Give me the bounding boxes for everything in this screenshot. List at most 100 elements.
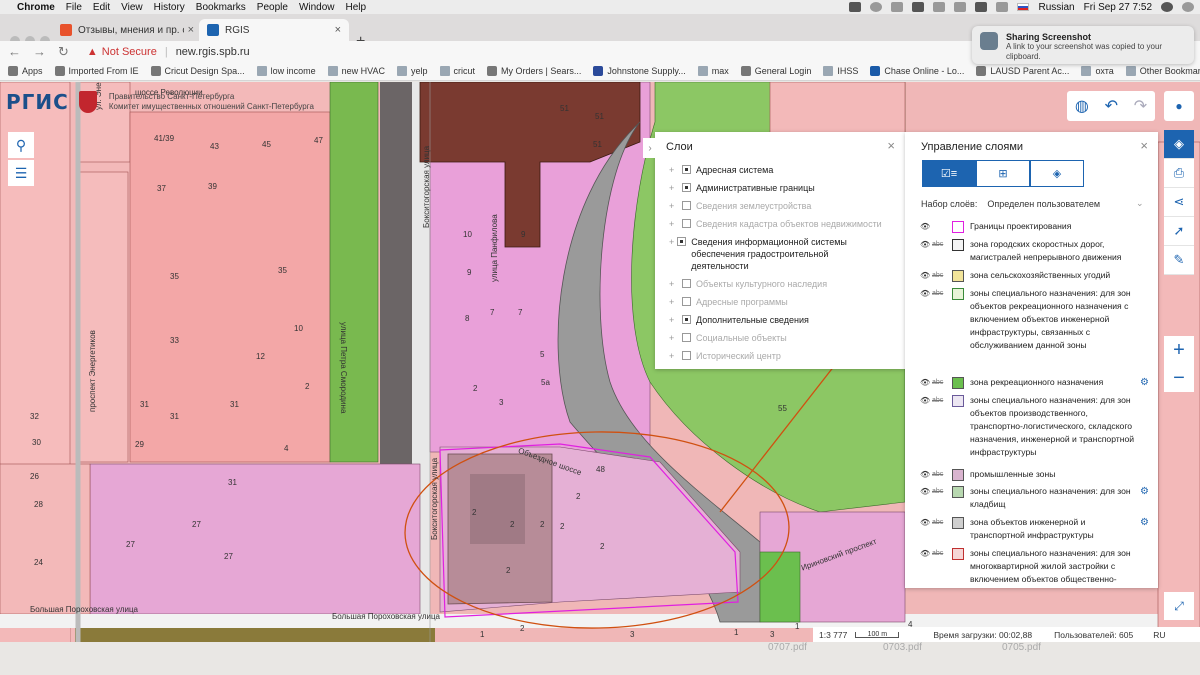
bookmark-item[interactable]: cricut <box>439 66 475 76</box>
bookmark-item[interactable]: LAUSD Parent Ac... <box>976 66 1069 76</box>
menu-button[interactable]: ☰ <box>8 160 34 186</box>
rgis-logo[interactable]: РГИС Правительство Санкт-Петербурга Коми… <box>6 90 314 114</box>
layer-checkbox[interactable] <box>682 219 691 228</box>
reload-icon[interactable]: ↻ <box>58 44 69 60</box>
desktop-file[interactable]: 0703.pdf <box>883 642 922 653</box>
security-indicator[interactable]: Not Secure <box>102 46 157 58</box>
layer-checkbox[interactable] <box>682 297 691 306</box>
language-switch[interactable]: RU <box>1153 630 1165 640</box>
menu-file[interactable]: File <box>66 2 82 13</box>
expand-icon[interactable]: + <box>669 332 679 344</box>
eye-icon[interactable]: 👁 <box>920 485 932 511</box>
expand-icon[interactable]: + <box>669 314 679 326</box>
bookmark-item[interactable]: IHSS <box>823 66 858 76</box>
cloud-icon[interactable] <box>891 2 904 12</box>
bookmark-item[interactable]: General Login <box>740 66 811 76</box>
preset-value[interactable]: Определен пользователем <box>987 199 1100 209</box>
gear-icon[interactable]: ⚙ <box>1140 376 1149 389</box>
legend-row[interactable]: 👁 abc зоны специального назначения: для з… <box>920 287 1150 352</box>
select-button[interactable]: ➚ <box>1164 217 1194 246</box>
label-toggle-icon[interactable] <box>932 220 952 233</box>
back-arrow-icon[interactable]: ← <box>8 44 21 59</box>
legend-row[interactable]: 👁 Границы проектирования <box>920 220 1150 233</box>
gear-icon[interactable]: ⚙ <box>1140 485 1149 498</box>
screen-icon[interactable] <box>912 2 925 12</box>
fullscreen-button[interactable]: ⤢ <box>1164 592 1194 620</box>
bluetooth-icon[interactable] <box>954 2 967 12</box>
layer-item[interactable]: + Адресные программы <box>669 296 788 308</box>
layer-checkbox[interactable] <box>682 183 691 192</box>
menu-window[interactable]: Window <box>299 2 335 13</box>
menu-bookmarks[interactable]: Bookmarks <box>196 2 246 13</box>
notification-center-icon[interactable] <box>1182 2 1194 12</box>
legend-row[interactable]: 👁 abc зона сельскохозяйственных угодий <box>920 269 1150 282</box>
layer-item[interactable]: + Адресная система <box>669 164 773 176</box>
expand-icon[interactable]: + <box>669 182 679 194</box>
eye-icon[interactable]: 👁 <box>920 394 932 459</box>
other-bookmarks[interactable]: Other Bookmarks <box>1125 66 1200 76</box>
expand-icon[interactable]: + <box>669 200 679 212</box>
bookmark-item[interactable]: охта <box>1081 66 1114 76</box>
clock[interactable]: Fri Sep 27 7:52 <box>1084 2 1152 13</box>
spotlight-icon[interactable] <box>1161 2 1173 12</box>
legend-row[interactable]: 👁 abc промышленные зоны <box>920 468 1150 481</box>
eye-icon[interactable]: 👁 <box>920 287 932 352</box>
globe-icon[interactable]: ◍ <box>1075 96 1089 116</box>
wifi-icon[interactable] <box>975 2 988 12</box>
bookmark-item[interactable]: new HVAC <box>327 66 385 76</box>
tab-legend-search[interactable]: ⊞ <box>976 160 1030 187</box>
expand-icon[interactable]: + <box>669 296 679 308</box>
label-toggle-icon[interactable]: abc <box>932 269 952 282</box>
tab-rgis[interactable]: RGIS × <box>199 19 349 41</box>
menu-history[interactable]: History <box>154 2 185 13</box>
desktop-file[interactable]: 0707.pdf <box>768 642 807 653</box>
layer-item[interactable]: + Административные границы <box>669 182 815 194</box>
eye-icon[interactable]: 👁 <box>920 376 932 389</box>
menu-help[interactable]: Help <box>346 2 367 13</box>
bookmark-apps[interactable]: Apps <box>8 66 43 76</box>
layer-checkbox[interactable] <box>682 315 691 324</box>
layer-preset-select[interactable]: Набор слоёв: Определен пользователем ⌄ <box>921 198 1144 209</box>
desktop-file[interactable]: 0705.pdf <box>1002 642 1041 653</box>
legend-row[interactable]: 👁 abc зона объектов инженерной и транспор… <box>920 516 1150 542</box>
layer-checkbox[interactable] <box>682 201 691 210</box>
screenshot-notification[interactable]: Sharing Screenshot A link to your screen… <box>972 26 1194 64</box>
legend-row[interactable]: 👁 abc зона рекреационного назначения ⚙ <box>920 376 1150 389</box>
print-button[interactable]: ⎙ <box>1164 159 1194 188</box>
layer-item[interactable]: + Сведения кадастра объектов недвижимости <box>669 218 882 230</box>
legend-row[interactable]: 👁 abc зоны специального назначения: для з… <box>920 547 1150 586</box>
time-machine-icon[interactable] <box>933 2 946 12</box>
close-icon[interactable]: × <box>1140 138 1148 153</box>
expand-icon[interactable]: + <box>669 278 679 290</box>
user-button[interactable]: ● <box>1164 91 1194 121</box>
legend-row[interactable]: 👁 abc зона городских скоростных дорог, ма… <box>920 238 1150 264</box>
label-toggle-icon[interactable]: abc <box>932 516 952 542</box>
menu-view[interactable]: View <box>121 2 143 13</box>
panel-collapse-chevron-icon[interactable]: › <box>643 138 657 158</box>
gear-icon[interactable]: ⚙ <box>1140 516 1149 529</box>
url-text[interactable]: new.rgis.spb.ru <box>176 46 250 58</box>
tab-basemaps[interactable]: ◈ <box>1030 160 1084 187</box>
legend-row[interactable]: 👁 abc зоны специального назначения: для з… <box>920 485 1150 511</box>
layer-checkbox[interactable] <box>682 165 691 174</box>
undo-icon[interactable]: ↶ <box>1105 96 1118 116</box>
layer-checkbox[interactable] <box>682 333 691 342</box>
eye-icon[interactable]: 👁 <box>920 269 932 282</box>
layer-checkbox[interactable] <box>677 237 687 246</box>
label-toggle-icon[interactable]: abc <box>932 238 952 264</box>
label-toggle-icon[interactable]: abc <box>932 547 952 586</box>
bookmark-item[interactable]: yelp <box>396 66 428 76</box>
bookmark-item[interactable]: low income <box>256 66 316 76</box>
redo-icon[interactable]: ↷ <box>1134 96 1147 116</box>
expand-icon[interactable]: + <box>669 218 679 230</box>
layer-item[interactable]: + Дополнительные сведения <box>669 314 809 326</box>
expand-icon[interactable]: + <box>669 236 674 248</box>
tab-list-view[interactable]: ☑≡ <box>922 160 976 187</box>
search-button[interactable]: ⚲ <box>8 132 34 158</box>
eye-icon[interactable]: 👁 <box>920 238 932 264</box>
draw-button[interactable]: ✎ <box>1164 246 1194 275</box>
label-toggle-icon[interactable]: abc <box>932 394 952 459</box>
layer-item[interactable]: + Социальные объекты <box>669 332 787 344</box>
layer-checkbox[interactable] <box>682 279 691 288</box>
zoom-in-button[interactable]: + <box>1164 336 1194 364</box>
